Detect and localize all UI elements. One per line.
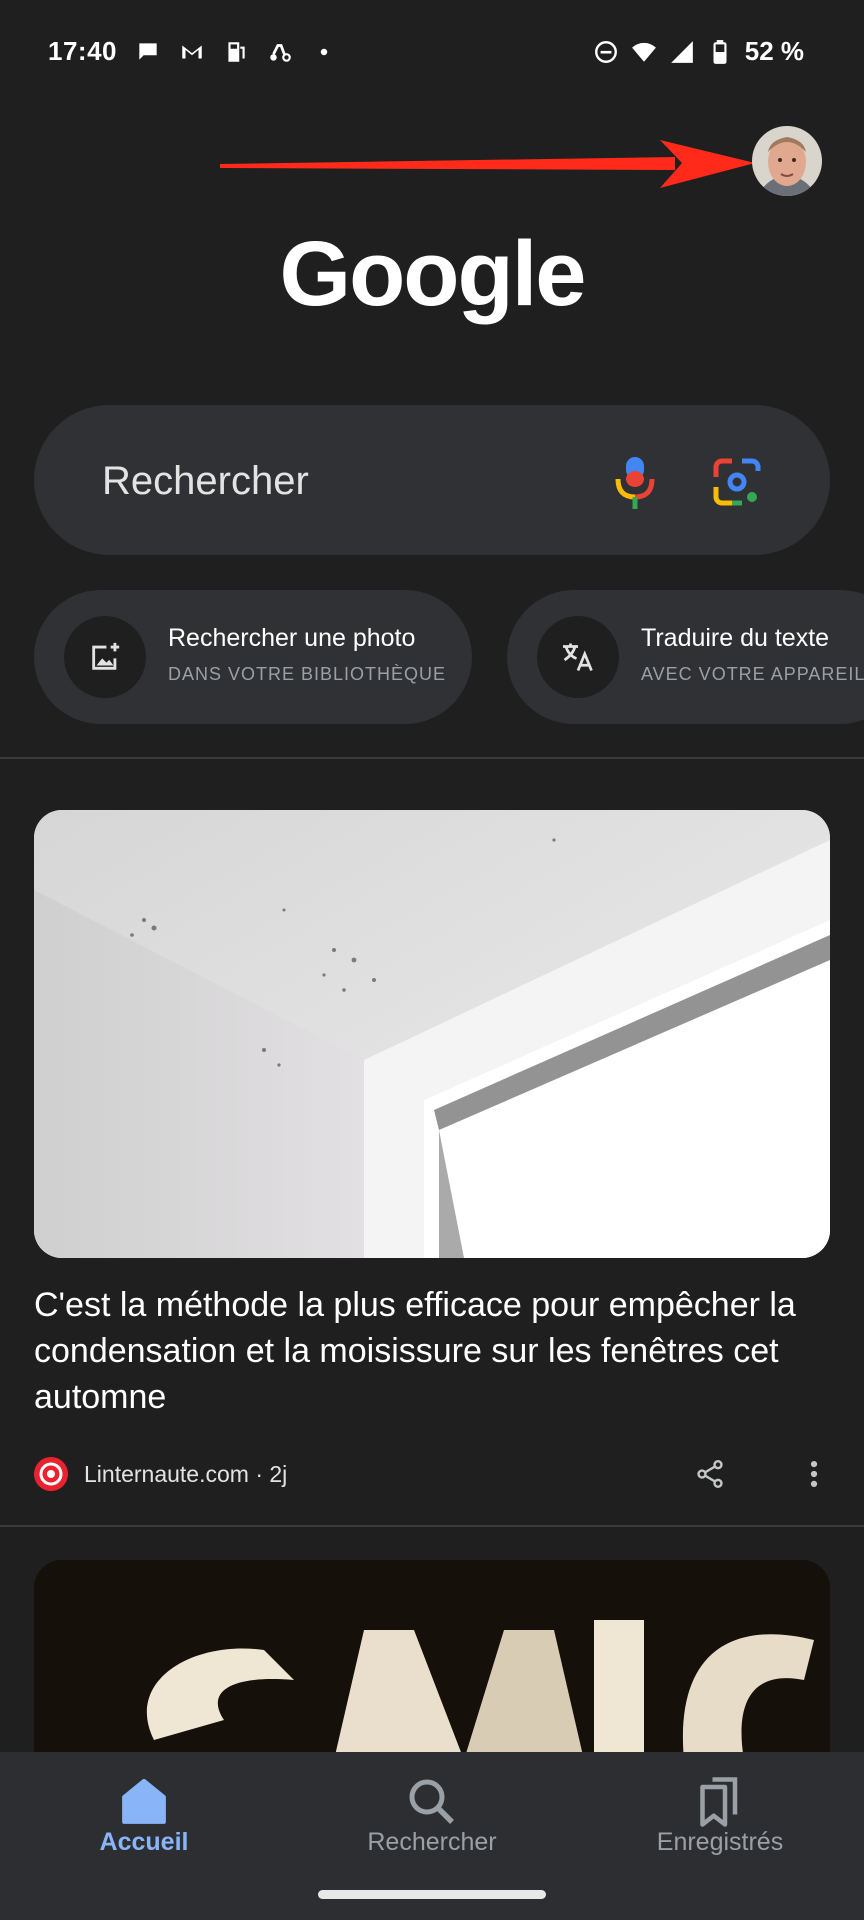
do-not-disturb-icon (594, 40, 617, 63)
signal-icon (670, 40, 693, 63)
status-time: 17:40 (48, 36, 117, 66)
search-bar[interactable]: Rechercher (34, 405, 830, 555)
gmail-icon (182, 45, 202, 58)
profile-avatar-icon[interactable] (752, 126, 822, 196)
article-image-2[interactable] (34, 1560, 830, 1760)
smic-letters-image (34, 1560, 830, 1760)
nav-item-enregistres[interactable]: Enregistrés (576, 1752, 864, 1920)
search-photo-chip[interactable]: Rechercher une photo DANS VOTRE BIBLIOTH… (34, 590, 472, 724)
add-photo-icon (92, 642, 120, 670)
battery-percentage: 52 % (744, 36, 804, 66)
chip-subtitle: DANS VOTRE BIBLIOTHÈQUE (168, 664, 447, 684)
translate-text-chip[interactable]: Traduire du texte AVEC VOTRE APPAREIL (507, 590, 864, 724)
chip-subtitle: AVEC VOTRE APPAREIL (641, 664, 864, 684)
google-lens-icon[interactable] (712, 457, 762, 507)
wifi-icon (631, 42, 656, 62)
dot-icon (320, 48, 328, 55)
divider (0, 757, 864, 759)
chip-icon-container (64, 616, 146, 698)
article-source-row: Linternaute.com · 2j (34, 1455, 830, 1495)
nav-label: Rechercher (367, 1828, 497, 1856)
divider (0, 1525, 864, 1527)
chip-title: Traduire du texte (641, 624, 830, 652)
status-bar: 17:40 52 % (0, 0, 864, 104)
search-icon (409, 1779, 454, 1824)
home-icon (122, 1778, 166, 1824)
battery-icon (713, 39, 727, 64)
chip-icon-container (537, 616, 619, 698)
nav-item-accueil[interactable]: Accueil (0, 1752, 288, 1920)
nav-label: Accueil (99, 1828, 189, 1856)
article-title[interactable]: C'est la méthode la plus efficace pour e… (34, 1282, 834, 1420)
chip-title: Rechercher une photo (168, 624, 416, 652)
avatar-face-icon (752, 126, 822, 196)
mold-window-image (34, 810, 830, 1258)
linternaute-logo-icon (34, 1457, 68, 1491)
saved-bookmarks-icon (700, 1777, 738, 1827)
gesture-handle[interactable] (318, 1890, 546, 1899)
scooter-icon (270, 43, 291, 62)
google-logo: Google (279, 223, 587, 325)
share-icon[interactable] (694, 1457, 726, 1491)
search-input[interactable]: Rechercher (102, 459, 309, 504)
status-right: 52 % (593, 36, 804, 67)
translate-icon (563, 643, 593, 672)
chat-bubble-icon (139, 42, 157, 60)
mic-icon[interactable] (612, 457, 658, 509)
nav-label: Enregistrés (656, 1828, 784, 1856)
status-left: 17:40 (48, 36, 337, 67)
article-image[interactable] (34, 810, 830, 1258)
fuel-icon (228, 41, 245, 62)
more-options-icon[interactable] (804, 1457, 824, 1491)
article-source: Linternaute.com · 2j (84, 1461, 288, 1487)
red-arrow-annotation (220, 140, 755, 188)
